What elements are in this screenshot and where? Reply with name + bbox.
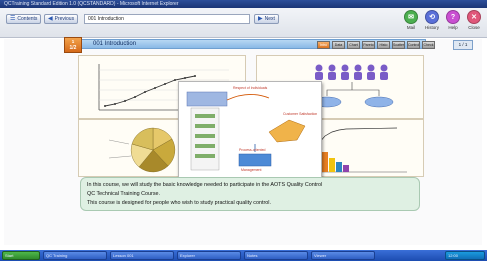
- diagram-tag: Respect of Individuals: [233, 86, 268, 90]
- taskbar: Start QC Training Lesson 001 Explorer No…: [0, 250, 487, 261]
- close-label: Close: [468, 25, 480, 30]
- window-title-bar: QCTraining Standard Edition 1.0 (QCSTAND…: [0, 0, 487, 8]
- help-button[interactable]: ? Help: [442, 10, 464, 36]
- intro-line-2: QC Technical Training Course.: [87, 191, 161, 197]
- lesson-header-bar: 001 Introduction Intro Data Chart Pareto…: [64, 39, 473, 50]
- history-button[interactable]: ⟲ History: [421, 10, 443, 36]
- lesson-content: 001 Introduction Intro Data Chart Pareto…: [4, 37, 482, 261]
- previous-button[interactable]: ◀ Previous: [44, 14, 79, 24]
- intro-text-box: In this course, we will study the basic …: [80, 177, 420, 211]
- unit-number: 1: [71, 39, 75, 44]
- taskbar-item[interactable]: Lesson 001: [110, 251, 174, 260]
- unit-badge: 1 1/2: [64, 37, 82, 53]
- lesson-tab[interactable]: Chart: [347, 41, 360, 49]
- lesson-title: 001 Introduction: [93, 41, 137, 47]
- contents-icon: ☰: [10, 16, 16, 22]
- intro-line-3: This course is designed for people who w…: [87, 200, 271, 206]
- taskbar-item[interactable]: QC Training: [43, 251, 107, 260]
- overview-diagram: Respect of Individuals Customer Satisfac…: [178, 81, 322, 179]
- mail-icon: ✉: [404, 10, 418, 24]
- app-window: QCTraining Standard Edition 1.0 (QCSTAND…: [0, 0, 487, 261]
- history-icon: ⟲: [425, 10, 439, 24]
- page-indicator: 1 / 1: [453, 40, 473, 50]
- history-label: History: [424, 25, 439, 30]
- taskbar-item[interactable]: Explorer: [177, 251, 241, 260]
- next-label: Next: [264, 16, 275, 22]
- diagram-tag: Process-oriented: [239, 148, 266, 152]
- unit-page-number: 1/2: [69, 45, 77, 51]
- lesson-address-field[interactable]: 001 Introduction: [84, 14, 250, 24]
- lesson-tab[interactable]: Scatter: [392, 41, 405, 49]
- diagram-tag: Customer Satisfaction: [283, 112, 318, 116]
- lesson-tab[interactable]: Control: [407, 41, 420, 49]
- lesson-tab[interactable]: Pareto: [362, 41, 375, 49]
- taskbar-item[interactable]: Notes: [244, 251, 308, 260]
- toolbar: ☰ Contents ◀ Previous 001 Introduction ▶…: [0, 8, 487, 38]
- lesson-tabs: Intro Data Chart Pareto Histo Scatter Co…: [317, 41, 435, 49]
- lesson-tab[interactable]: Data: [332, 41, 345, 49]
- window-title: QCTraining Standard Edition 1.0 (QCSTAND…: [4, 1, 179, 7]
- lesson-tab[interactable]: Check: [422, 41, 435, 49]
- contents-label: Contents: [17, 16, 38, 22]
- start-button[interactable]: Start: [2, 251, 40, 260]
- mail-label: Mail: [406, 25, 416, 30]
- lesson-address-text: 001 Introduction: [88, 16, 124, 22]
- contents-button[interactable]: ☰ Contents: [6, 14, 42, 24]
- system-tray: 12:00: [445, 251, 485, 260]
- mail-button[interactable]: ✉ Mail: [400, 10, 422, 36]
- taskbar-item[interactable]: Viewer: [311, 251, 375, 260]
- close-button[interactable]: ✕ Close: [463, 10, 485, 36]
- lesson-tab[interactable]: Intro: [317, 41, 330, 49]
- help-label: Help: [448, 25, 458, 30]
- arrow-right-icon: ▶: [258, 16, 263, 22]
- previous-label: Previous: [54, 16, 75, 22]
- lesson-tab[interactable]: Histo: [377, 41, 390, 49]
- overview-diagram-graphic: [186, 91, 306, 171]
- diagram-tag: Management: [241, 168, 262, 172]
- next-button[interactable]: ▶ Next: [254, 14, 279, 24]
- help-icon: ?: [446, 10, 460, 24]
- intro-line-1: In this course, we will study the basic …: [87, 182, 323, 188]
- arrow-left-icon: ◀: [48, 16, 53, 22]
- close-icon: ✕: [467, 10, 481, 24]
